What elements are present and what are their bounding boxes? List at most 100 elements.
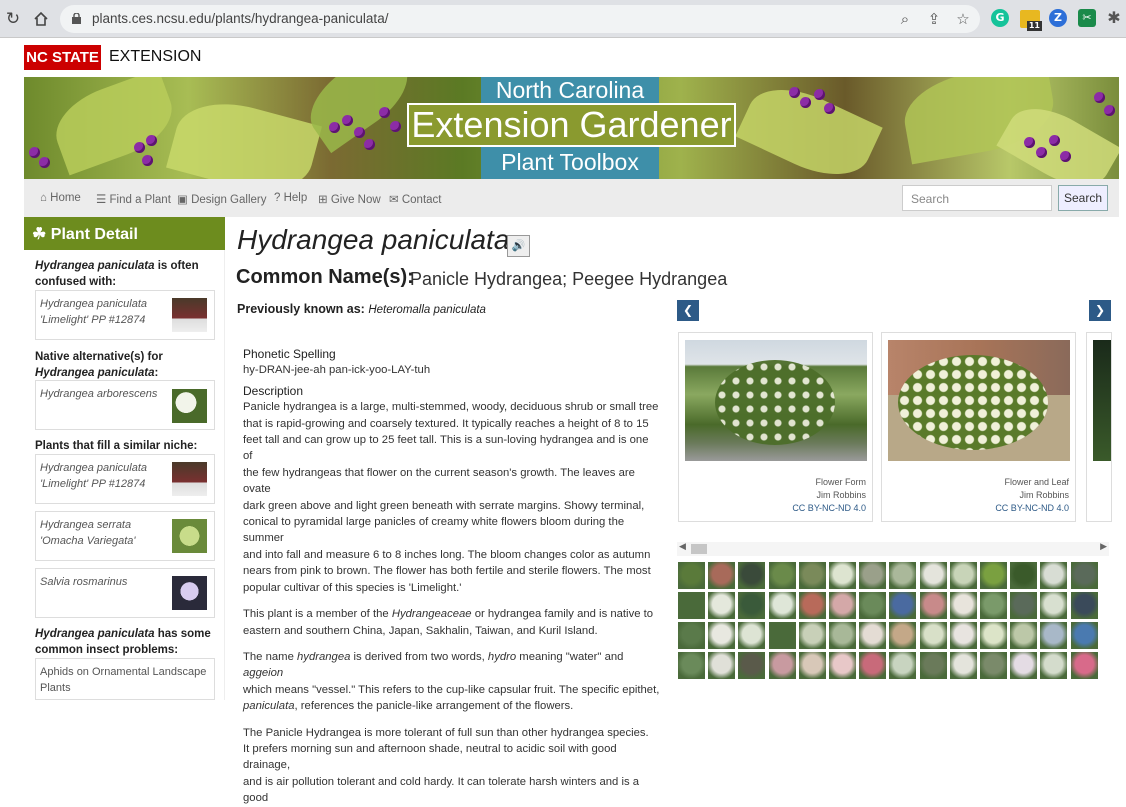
gallery-thumbnail[interactable]	[1040, 652, 1068, 679]
reload-icon[interactable]: ↻	[2, 8, 24, 30]
gallery-thumbnail[interactable]	[798, 652, 826, 679]
gallery-thumbnail[interactable]	[738, 562, 766, 589]
address-bar[interactable]: plants.ces.ncsu.edu/plants/hydrangea-pan…	[60, 5, 980, 33]
gallery-thumbnail[interactable]	[889, 652, 917, 679]
gallery-thumbnail[interactable]	[1040, 592, 1068, 619]
gallery-card[interactable]: Flower Form Jim Robbins CC BY-NC-ND 4.0	[678, 332, 873, 522]
nav-find-a-plant[interactable]: ☰ Find a Plant	[96, 192, 171, 206]
gallery-thumbnail[interactable]	[889, 622, 917, 649]
gallery-thumbnail[interactable]	[1010, 652, 1038, 679]
extensions-icon[interactable]: ✱	[1105, 9, 1123, 27]
star-icon[interactable]: ☆	[954, 10, 972, 28]
gallery-thumbnail[interactable]	[738, 622, 766, 649]
gallery-thumbnail[interactable]	[768, 562, 796, 589]
plant-photo[interactable]	[685, 340, 867, 461]
list-item[interactable]: Hydrangea serrata 'Omacha Variegata'	[35, 511, 215, 561]
calendar-icon[interactable]: 11	[1020, 10, 1042, 31]
license-link[interactable]: CC BY-NC-ND 4.0	[792, 503, 866, 513]
chevron-right-icon[interactable]: ❯	[1089, 300, 1111, 321]
gallery-thumbnail[interactable]	[708, 652, 736, 679]
gallery-thumbnail[interactable]	[829, 652, 856, 679]
gallery-thumbnail[interactable]	[678, 622, 705, 649]
grammarly-icon[interactable]: G	[991, 9, 1009, 27]
gallery-thumbnail[interactable]	[889, 592, 917, 619]
plant-thumbnail[interactable]	[172, 576, 207, 610]
gallery-card[interactable]: Flower and Leaf Jim Robbins CC BY-NC-ND …	[881, 332, 1076, 522]
gallery-thumbnail[interactable]	[949, 562, 977, 589]
plant-thumbnail[interactable]	[172, 298, 207, 332]
gallery-thumbnail[interactable]	[798, 562, 826, 589]
gallery-thumbnail[interactable]	[768, 622, 796, 649]
zoom-ext-icon[interactable]: Z	[1049, 9, 1067, 27]
plant-photo[interactable]	[1093, 340, 1111, 461]
gallery-thumbnail[interactable]	[949, 592, 977, 619]
gallery-thumbnail[interactable]	[768, 652, 796, 679]
gallery-thumbnail[interactable]	[798, 592, 826, 619]
gallery-thumbnail[interactable]	[859, 592, 887, 619]
search-input[interactable]: Search	[902, 185, 1052, 211]
gallery-thumbnail[interactable]	[829, 622, 856, 649]
gallery-thumbnail[interactable]	[738, 592, 766, 619]
plant-photo[interactable]	[888, 340, 1070, 461]
nav-design-gallery[interactable]: ▣ Design Gallery	[177, 192, 266, 206]
list-item[interactable]: Salvia rosmarinus	[35, 568, 215, 618]
gallery-thumbnail[interactable]	[708, 592, 736, 619]
search-button[interactable]: Search	[1058, 185, 1108, 211]
gallery-thumbnail[interactable]	[678, 652, 705, 679]
gallery-thumbnail[interactable]	[678, 562, 705, 589]
list-item[interactable]: Hydrangea arborescens	[35, 380, 215, 430]
gallery-thumbnail[interactable]	[889, 562, 917, 589]
gallery-thumbnail[interactable]	[919, 652, 947, 679]
gallery-thumbnail[interactable]	[678, 592, 705, 619]
plant-thumbnail[interactable]	[172, 519, 207, 553]
gallery-thumbnail[interactable]	[1070, 592, 1098, 619]
gallery-thumbnail[interactable]	[1010, 592, 1038, 619]
plant-thumbnail[interactable]	[172, 462, 207, 496]
nav-home[interactable]: ⌂ Home	[40, 192, 81, 204]
zoom-icon[interactable]: ⌕	[896, 10, 914, 28]
gallery-thumbnail[interactable]	[1070, 652, 1098, 679]
license-link[interactable]: CC BY-NC-ND 4.0	[995, 503, 1069, 513]
gallery-thumbnail[interactable]	[1070, 622, 1098, 649]
gallery-thumbnail[interactable]	[859, 622, 887, 649]
gallery-thumbnail[interactable]	[708, 622, 736, 649]
snip-icon[interactable]: ✂	[1078, 9, 1096, 27]
gallery-thumbnail[interactable]	[980, 592, 1007, 619]
gallery-thumbnail[interactable]	[980, 562, 1007, 589]
gallery-thumbnail[interactable]	[768, 592, 796, 619]
gallery-thumbnail[interactable]	[859, 652, 887, 679]
nav-give-now[interactable]: ⊞ Give Now	[318, 192, 381, 206]
nav-contact[interactable]: ✉ Contact	[389, 192, 441, 206]
nc-state-logo[interactable]: NC STATE	[24, 45, 101, 70]
list-item[interactable]: Hydrangea paniculata 'Limelight' PP #128…	[35, 290, 215, 340]
extension-label[interactable]: EXTENSION	[109, 48, 201, 66]
gallery-scrollbar[interactable]: ◀ ▶	[677, 542, 1109, 556]
gallery-card[interactable]	[1086, 332, 1112, 522]
gallery-thumbnail[interactable]	[798, 622, 826, 649]
gallery-thumbnail[interactable]	[1040, 622, 1068, 649]
home-icon[interactable]	[30, 8, 52, 30]
url-text[interactable]: plants.ces.ncsu.edu/plants/hydrangea-pan…	[92, 11, 388, 26]
share-icon[interactable]: ⇪	[925, 10, 943, 28]
speaker-icon[interactable]: 🔊	[507, 235, 530, 257]
scrollbar-thumb[interactable]	[691, 544, 707, 554]
gallery-thumbnail[interactable]	[738, 652, 766, 679]
gallery-thumbnail[interactable]	[1010, 562, 1038, 589]
gallery-thumbnail[interactable]	[919, 592, 947, 619]
gallery-thumbnail[interactable]	[859, 562, 887, 589]
gallery-thumbnail[interactable]	[829, 562, 856, 589]
gallery-thumbnail[interactable]	[980, 652, 1007, 679]
gallery-thumbnail[interactable]	[1040, 562, 1068, 589]
list-item[interactable]: Hydrangea paniculata 'Limelight' PP #128…	[35, 454, 215, 504]
gallery-thumbnail[interactable]	[1010, 622, 1038, 649]
plant-thumbnail[interactable]	[172, 389, 207, 423]
gallery-thumbnail[interactable]	[949, 652, 977, 679]
list-item[interactable]: Aphids on Ornamental Landscape Plants	[35, 658, 215, 700]
chevron-left-icon[interactable]: ❮	[677, 300, 699, 321]
scroll-right-icon[interactable]: ▶	[1100, 542, 1107, 552]
gallery-thumbnail[interactable]	[919, 622, 947, 649]
scroll-left-icon[interactable]: ◀	[679, 542, 686, 552]
gallery-thumbnail[interactable]	[949, 622, 977, 649]
nav-help[interactable]: ? Help	[274, 192, 307, 204]
gallery-thumbnail[interactable]	[980, 622, 1007, 649]
